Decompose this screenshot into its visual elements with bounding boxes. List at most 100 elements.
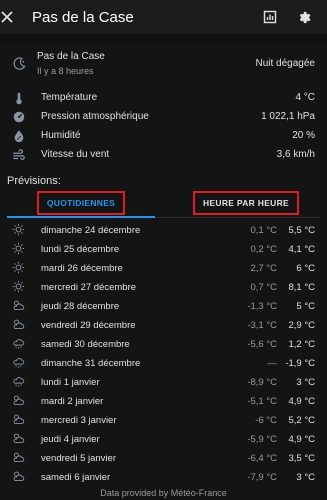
forecast-low: -3,1 °C <box>247 320 277 331</box>
attribute-value: 4 °C <box>295 92 315 103</box>
forecast-heading: Prévisions: <box>7 175 61 187</box>
forecast-high: 4,1 °C <box>288 244 315 255</box>
forecast-high: 5,5 °C <box>288 225 315 236</box>
close-icon[interactable] <box>0 10 30 24</box>
forecast-low: 0,1 °C <box>250 225 277 236</box>
forecast-high: 2,9 °C <box>288 320 315 331</box>
history-chart-icon[interactable] <box>259 6 281 28</box>
forecast-day: mercredi 27 décembre <box>41 282 137 293</box>
attribute-label: Pression atmosphérique <box>41 111 149 122</box>
sunny-icon <box>12 280 25 293</box>
forecast-row: mardi 26 décembre 2,7 °C 6 °C <box>0 259 327 278</box>
wind-icon <box>12 148 26 162</box>
forecast-low: -5,9 °C <box>247 434 277 445</box>
forecast-row: samedi 6 janvier -7,9 °C 3 °C <box>0 468 327 487</box>
partly-cloudy-icon <box>12 299 25 312</box>
attribute-label: Température <box>41 92 98 103</box>
forecast-row: vendredi 5 janvier -6,4 °C 3,5 °C <box>0 449 327 468</box>
forecast-row: dimanche 24 décembre 0,1 °C 5,5 °C <box>0 221 327 240</box>
forecast-high: -1,9 °C <box>285 358 315 369</box>
forecast-day: jeudi 4 janvier <box>41 434 100 445</box>
sunny-icon <box>12 223 25 236</box>
attribute-value: 1 022,1 hPa <box>261 111 315 122</box>
attribute-row-pressure: Pression atmosphérique 1 022,1 hPa <box>0 108 327 126</box>
attribute-row-temperature: Température 4 °C <box>0 89 327 107</box>
forecast-day: vendredi 5 janvier <box>41 453 116 464</box>
forecast-day: samedi 6 janvier <box>41 472 111 483</box>
partly-cloudy-icon <box>12 451 25 464</box>
snowy-icon <box>12 337 25 350</box>
forecast-row: mardi 2 janvier -5,1 °C 4,9 °C <box>0 392 327 411</box>
last-updated: Il y a 8 heures <box>37 66 94 76</box>
forecast-row: samedi 30 décembre -5,6 °C 1,2 °C <box>0 335 327 354</box>
weather-panel: Pas de la Case Il y a 8 heures Nuit déga… <box>0 44 327 500</box>
partly-cloudy-icon <box>12 470 25 483</box>
forecast-low: -5,1 °C <box>247 396 277 407</box>
dialog-title: Pas de la Case <box>32 8 134 26</box>
current-condition: Nuit dégagée <box>255 58 316 69</box>
forecast-low: -1,3 °C <box>247 301 277 312</box>
forecast-high: 3 °C <box>296 472 315 483</box>
forecast-day: mardi 26 décembre <box>41 263 123 274</box>
active-tab-indicator <box>7 216 155 218</box>
forecast-day: dimanche 31 décembre <box>41 358 141 369</box>
forecast-high: 8,1 °C <box>288 282 315 293</box>
attribution-footer: Data provided by Météo-France <box>100 488 227 498</box>
forecast-low: 0,2 °C <box>250 244 277 255</box>
forecast-high: 5 °C <box>296 301 315 312</box>
forecast-day: samedi 30 décembre <box>41 339 130 350</box>
forecast-row: jeudi 28 décembre -1,3 °C 5 °C <box>0 297 327 316</box>
forecast-row: lundi 1 janvier -8,9 °C 3 °C <box>0 373 327 392</box>
partly-cloudy-icon <box>12 413 25 426</box>
tab-daily[interactable]: QUOTIDIENNES <box>7 190 155 216</box>
snowy-icon <box>12 375 25 388</box>
attribute-value: 3,6 km/h <box>276 149 315 160</box>
settings-gear-icon[interactable] <box>293 6 315 28</box>
forecast-low: 2,7 °C <box>250 263 277 274</box>
forecast-day: mercredi 3 janvier <box>41 415 117 426</box>
attribute-row-wind: Vitesse du vent 3,6 km/h <box>0 146 327 164</box>
night-clear-moon-icon <box>12 56 27 71</box>
tab-hourly[interactable]: HEURE PAR HEURE <box>172 190 320 216</box>
forecast-low: -7,9 °C <box>247 472 277 483</box>
forecast-day: jeudi 28 décembre <box>41 301 120 312</box>
forecast-high: 4,9 °C <box>288 396 315 407</box>
forecast-high: 3 °C <box>296 377 315 388</box>
attribute-value: 20 % <box>292 130 315 141</box>
forecast-row: mercredi 3 janvier -6 °C 5,2 °C <box>0 411 327 430</box>
forecast-low: -8,9 °C <box>247 377 277 388</box>
tab-hourly-label: HEURE PAR HEURE <box>192 191 300 215</box>
forecast-tabs: QUOTIDIENNES HEURE PAR HEURE <box>7 190 320 218</box>
partly-cloudy-icon <box>12 432 25 445</box>
sunny-icon <box>12 261 25 274</box>
forecast-high: 1,2 °C <box>288 339 315 350</box>
attribute-label: Vitesse du vent <box>41 149 110 160</box>
forecast-low: -6 °C <box>255 415 277 426</box>
forecast-low: -6,4 °C <box>247 453 277 464</box>
gauge-icon <box>12 110 26 124</box>
partly-cloudy-icon <box>12 394 25 407</box>
forecast-low: — <box>267 358 278 369</box>
forecast-row: lundi 25 décembre 0,2 °C 4,1 °C <box>0 240 327 259</box>
forecast-row: jeudi 4 janvier -5,9 °C 4,9 °C <box>0 430 327 449</box>
thermometer-icon <box>12 91 26 105</box>
snowy-icon <box>12 356 25 369</box>
sunny-icon <box>12 242 25 255</box>
forecast-high: 4,9 °C <box>288 434 315 445</box>
forecast-low: 0,7 °C <box>250 282 277 293</box>
attribute-label: Humidité <box>41 130 81 141</box>
forecast-row: dimanche 31 décembre — -1,9 °C <box>0 354 327 373</box>
forecast-day: vendredi 29 décembre <box>41 320 136 331</box>
attribute-row-humidity: Humidité 20 % <box>0 127 327 145</box>
location-row: Pas de la Case Il y a 8 heures Nuit déga… <box>0 50 327 80</box>
water-percent-icon <box>12 129 26 143</box>
forecast-day: mardi 2 janvier <box>41 396 104 407</box>
forecast-row: vendredi 29 décembre -3,1 °C 2,9 °C <box>0 316 327 335</box>
forecast-day: dimanche 24 décembre <box>41 225 141 236</box>
forecast-day: lundi 1 janvier <box>41 377 100 388</box>
forecast-row: mercredi 27 décembre 0,7 °C 8,1 °C <box>0 278 327 297</box>
partly-cloudy-icon <box>12 318 25 331</box>
forecast-low: -5,6 °C <box>247 339 277 350</box>
forecast-high: 3,5 °C <box>288 453 315 464</box>
dialog-header: Pas de la Case <box>0 0 327 34</box>
